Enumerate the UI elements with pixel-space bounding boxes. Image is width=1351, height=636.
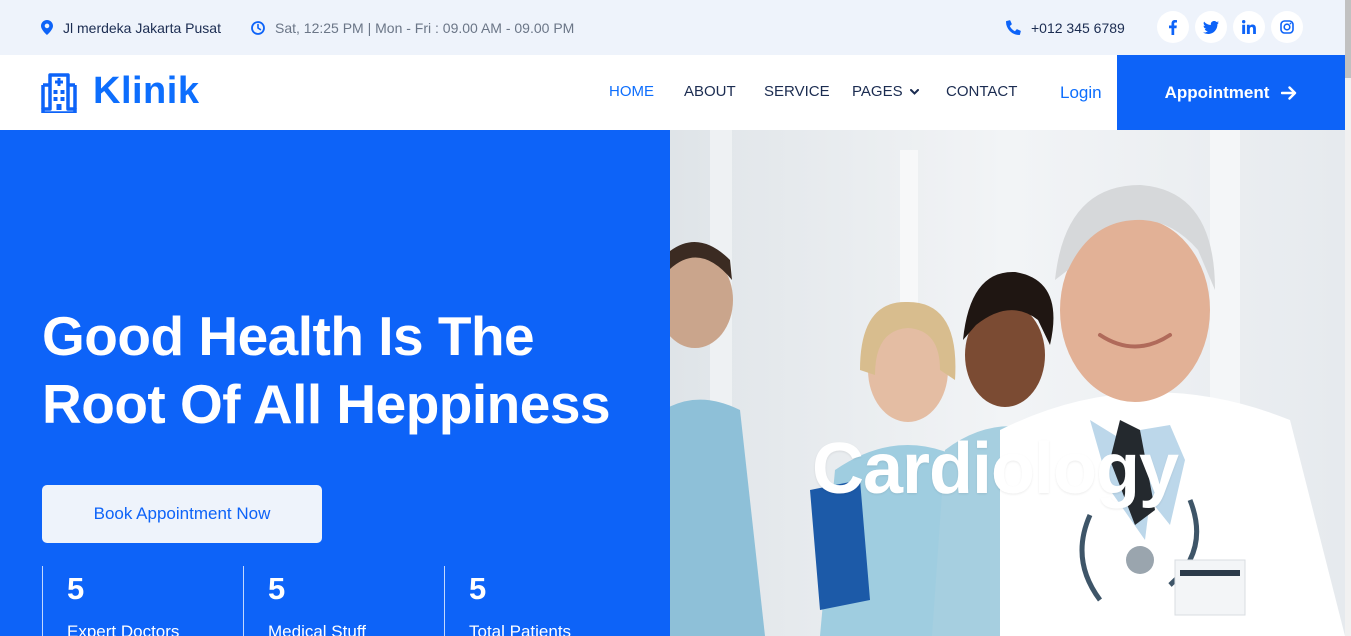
stat-value: 5 (268, 571, 286, 606)
appointment-button-label: Appointment (1164, 82, 1270, 102)
hero-carousel-slide[interactable]: Cardiology (670, 130, 1345, 636)
linkedin-icon (1242, 20, 1256, 34)
top-info-bar: Jl merdeka Jakarta Pusat Sat, 12:25 PM |… (0, 0, 1345, 55)
arrow-right-icon (1281, 85, 1297, 100)
stat-label: Total Patients (469, 622, 572, 636)
nav-about[interactable]: ABOUT (684, 83, 736, 100)
slide-caption: Cardiology (812, 429, 1179, 509)
nav-service[interactable]: SERVICE (764, 83, 830, 100)
main-navbar: Klinik HOME ABOUT SERVICE PAGES CONTACT … (0, 55, 1345, 130)
scrollbar-thumb[interactable] (1345, 0, 1351, 78)
brand-name: Klinik (93, 70, 200, 112)
nav-contact[interactable]: CONTACT (946, 83, 1017, 100)
address-text: Jl merdeka Jakarta Pusat (63, 19, 221, 36)
stat-expert-doctors: 5 Expert Doctors (42, 566, 179, 636)
hours-text: Sat, 12:25 PM | Mon - Fri : 09.00 AM - 0… (275, 19, 575, 36)
facebook-link[interactable] (1157, 11, 1189, 43)
hero-panel: Good Health Is The Root Of All Heppiness… (0, 130, 670, 636)
phone-info[interactable]: +012 345 6789 (1006, 0, 1125, 55)
hero-headline-line2: Root Of All Heppiness (42, 373, 611, 435)
stat-value: 5 (67, 571, 85, 606)
book-appointment-button[interactable]: Book Appointment Now (42, 485, 322, 543)
clock-icon (251, 20, 265, 35)
hero-headline-line1: Good Health Is The (42, 305, 535, 367)
opening-hours-info: Sat, 12:25 PM | Mon - Fri : 09.00 AM - 0… (251, 0, 574, 55)
address-info: Jl merdeka Jakarta Pusat (41, 0, 221, 55)
twitter-link[interactable] (1195, 11, 1227, 43)
stat-medical-stuff: 5 Medical Stuff (243, 566, 366, 636)
nav-pages-label: PAGES (852, 83, 903, 100)
twitter-icon (1203, 20, 1219, 34)
facebook-icon (1169, 19, 1177, 35)
stat-total-patients: 5 Total Patients (444, 566, 571, 636)
map-pin-icon (41, 20, 53, 35)
social-links (1157, 11, 1303, 43)
chevron-down-icon (909, 88, 919, 95)
appointment-button[interactable]: Appointment (1117, 55, 1345, 130)
phone-icon (1006, 20, 1021, 35)
instagram-icon (1280, 20, 1294, 34)
nav-pages-dropdown[interactable]: PAGES (852, 83, 919, 100)
login-link[interactable]: Login (1060, 83, 1102, 103)
instagram-link[interactable] (1271, 11, 1303, 43)
hero-headline: Good Health Is The Root Of All Heppiness (42, 302, 652, 438)
nav-home[interactable]: HOME (609, 83, 654, 100)
stat-label: Expert Doctors (67, 622, 180, 636)
stat-value: 5 (469, 571, 487, 606)
brand-logo[interactable]: Klinik (41, 70, 199, 113)
linkedin-link[interactable] (1233, 11, 1265, 43)
page-scrollbar[interactable] (1345, 0, 1351, 636)
doctors-team-photo (670, 130, 1345, 636)
hospital-icon (41, 72, 77, 113)
stat-label: Medical Stuff (268, 622, 366, 636)
phone-text: +012 345 6789 (1031, 19, 1125, 36)
